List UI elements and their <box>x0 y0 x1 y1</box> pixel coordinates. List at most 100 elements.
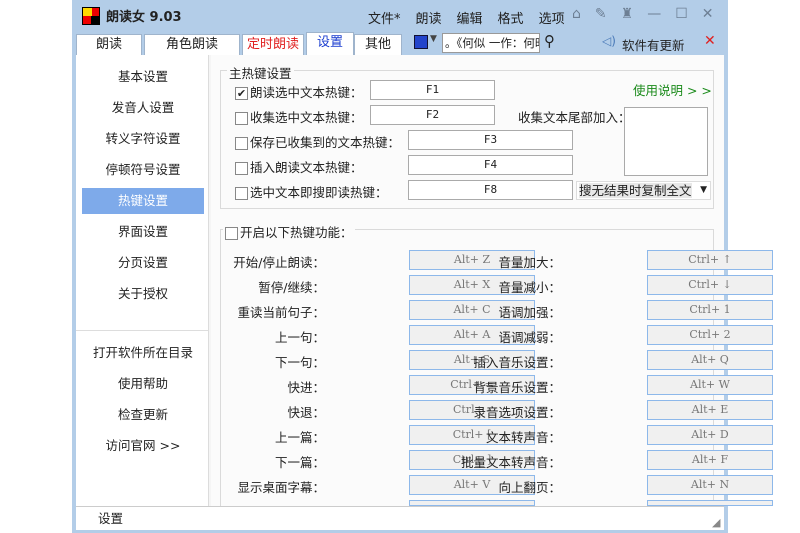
minimize-icon[interactable]: — <box>647 6 661 22</box>
content-area: 基本设置 发音人设置 转义字符设置 停顿符号设置 热键设置 界面设置 分页设置 … <box>76 55 773 519</box>
tab-timed-read[interactable]: 定时朗读 <box>242 34 304 56</box>
hotkey-row-read: ✔ 朗读选中文本热键： <box>235 82 363 101</box>
save-hotkey-input[interactable]: F3 <box>408 130 573 150</box>
resize-grip-icon[interactable]: ◢ <box>712 516 720 529</box>
close-update-icon[interactable]: ✕ <box>704 33 716 49</box>
sidebar-item-basic[interactable]: 基本设置 <box>82 64 204 90</box>
hotkey-label: 选中文本即搜即读热键： <box>250 185 388 200</box>
function-hotkey-label: 暂停/继续： <box>258 280 325 295</box>
hotkey-settings-panel: 主热键设置 ✔ 朗读选中文本热键： F1 收集选中文本热键： F2 保存已收集到的… <box>211 55 773 519</box>
function-hotkey-label: 快进： <box>287 380 325 395</box>
enable-hotkeys-label: 开启以下热键功能： <box>240 225 353 240</box>
sidebar-item-escape[interactable]: 转义字符设置 <box>82 126 204 152</box>
function-hotkey-label: 语调加强： <box>498 305 561 320</box>
usage-help-link[interactable]: 使用说明 > > <box>633 80 712 99</box>
close-icon[interactable]: ✕ <box>702 6 714 22</box>
menu-format[interactable]: 格式 <box>498 8 524 27</box>
function-hotkey-input[interactable]: Ctrl+ 1 <box>647 300 773 320</box>
update-link[interactable]: 软件有更新 <box>622 35 685 54</box>
sidebar-item-paging[interactable]: 分页设置 <box>82 250 204 276</box>
tab-read[interactable]: 朗读 <box>76 34 142 56</box>
sidebar-item-pause[interactable]: 停顿符号设置 <box>82 157 204 183</box>
speaker-icon: ◁) <box>602 34 616 48</box>
baidu-paw-icon[interactable] <box>414 35 428 49</box>
menu-bar: 文件* 朗读 编辑 格式 选项 <box>368 8 565 27</box>
function-hotkey-label: 录音选项设置： <box>473 405 561 420</box>
function-hotkey-input[interactable]: Ctrl+ ↑ <box>647 250 773 270</box>
check-update-link[interactable]: 检查更新 <box>82 402 204 428</box>
app-window: 朗读女 9.03 文件* 朗读 编辑 格式 选项 ⌂ ✎ ♜ — ☐ ✕ 朗读 … <box>72 0 773 533</box>
insert-hotkey-input[interactable]: F4 <box>408 155 573 175</box>
function-hotkey-input[interactable]: Alt+ Q <box>647 350 773 370</box>
sidebar-item-voice[interactable]: 发音人设置 <box>82 95 204 121</box>
save-hotkey-checkbox[interactable] <box>235 137 248 150</box>
read-hotkey-input[interactable]: F1 <box>370 80 495 100</box>
function-hotkey-label: 显示桌面字幕： <box>237 480 325 495</box>
function-hotkey-label: 快退： <box>287 405 325 420</box>
function-hotkey-label: 下一句： <box>274 355 325 370</box>
website-link[interactable]: 访问官网 >> <box>82 433 204 459</box>
function-hotkey-input[interactable]: Alt+ N <box>647 475 773 495</box>
menu-edit[interactable]: 编辑 <box>457 8 483 27</box>
maximize-icon[interactable]: ☐ <box>675 6 688 22</box>
function-hotkey-input[interactable]: Alt+ D <box>647 425 773 445</box>
tail-text-area[interactable] <box>624 107 708 176</box>
insert-hotkey-checkbox[interactable] <box>235 162 248 175</box>
chevron-down-icon: ▼ <box>700 185 707 195</box>
hotkey-row-collect: 收集选中文本热键： <box>235 107 363 126</box>
collect-hotkey-checkbox[interactable] <box>235 112 248 125</box>
function-hotkey-label: 批量文本转声音： <box>460 455 561 470</box>
sidebar-item-ui[interactable]: 界面设置 <box>82 219 204 245</box>
sidebar-divider <box>76 330 209 331</box>
hotkey-row-search: 选中文本即搜即读热键： <box>235 182 388 201</box>
pin-icon[interactable]: ✎ <box>595 6 607 22</box>
function-hotkey-input[interactable]: Ctrl+ 2 <box>647 325 773 345</box>
function-hotkey-label: 音量加大： <box>498 255 561 270</box>
collect-hotkey-input[interactable]: F2 <box>370 105 495 125</box>
function-hotkey-label: 背景音乐设置： <box>473 380 561 395</box>
hotkey-label: 插入朗读文本热键： <box>250 160 363 175</box>
main-hotkey-title: 主热键设置 <box>227 63 294 82</box>
skin-icon[interactable]: ♜ <box>621 6 634 22</box>
dropdown-value: 搜无结果时复制全文 <box>579 183 692 198</box>
function-hotkey-label: 语调减弱： <box>498 330 561 345</box>
tab-other[interactable]: 其他 <box>354 34 402 56</box>
function-hotkey-label: 音量减小： <box>498 280 561 295</box>
tab-bar: 朗读 角色朗读 定时朗读 设置 其他 ▼ 。《何似 一作：何时；J ⚲ ◁) 软… <box>76 32 724 56</box>
search-icon[interactable]: ⚲ <box>544 32 555 50</box>
app-title: 朗读女 9.03 <box>106 10 182 25</box>
hotkey-label: 收集选中文本热键： <box>250 110 363 125</box>
function-hotkey-label: 文本转声音： <box>485 430 561 445</box>
function-hotkey-label: 上一句： <box>274 330 325 345</box>
read-hotkey-checkbox[interactable]: ✔ <box>235 87 248 100</box>
title-bar: 朗读女 9.03 <box>82 6 182 25</box>
hotkey-label: 保存已收集到的文本热键： <box>250 135 401 150</box>
sidebar-item-license[interactable]: 关于授权 <box>82 281 204 307</box>
menu-read[interactable]: 朗读 <box>416 8 442 27</box>
search-hotkey-checkbox[interactable] <box>235 187 248 200</box>
tab-settings[interactable]: 设置 <box>306 32 354 56</box>
search-hotkey-input[interactable]: F8 <box>408 180 573 200</box>
help-link[interactable]: 使用帮助 <box>82 371 204 397</box>
app-logo-icon <box>82 6 100 25</box>
function-hotkey-label: 开始/停止朗读： <box>233 255 325 270</box>
hotkey-row-save: 保存已收集到的文本热键： <box>235 132 400 151</box>
function-hotkey-input[interactable]: Ctrl+ ↓ <box>647 275 773 295</box>
engine-dropdown-icon[interactable]: ▼ <box>430 34 437 44</box>
menu-file[interactable]: 文件* <box>368 8 401 27</box>
enable-hotkeys-checkbox[interactable] <box>225 227 238 240</box>
status-bar: 设置 <box>76 506 724 530</box>
function-hotkey-input[interactable]: Alt+ W <box>647 375 773 395</box>
tail-label: 收集文本尾部加入： <box>518 110 631 125</box>
no-result-dropdown[interactable]: 搜无结果时复制全文 ▼ <box>576 181 711 200</box>
function-hotkey-label: 插入音乐设置： <box>473 355 561 370</box>
tab-role-read[interactable]: 角色朗读 <box>144 34 240 56</box>
enable-hotkeys-toggle[interactable]: 开启以下热键功能： <box>223 222 355 241</box>
function-hotkey-input[interactable]: Alt+ E <box>647 400 773 420</box>
function-hotkey-input[interactable]: Alt+ F <box>647 450 773 470</box>
sidebar-item-hotkeys[interactable]: 热键设置 <box>82 188 204 214</box>
open-folder-link[interactable]: 打开软件所在目录 <box>82 340 204 366</box>
menu-options[interactable]: 选项 <box>539 8 565 27</box>
home-icon[interactable]: ⌂ <box>572 6 581 22</box>
search-input[interactable]: 。《何似 一作：何时；J <box>442 33 540 53</box>
